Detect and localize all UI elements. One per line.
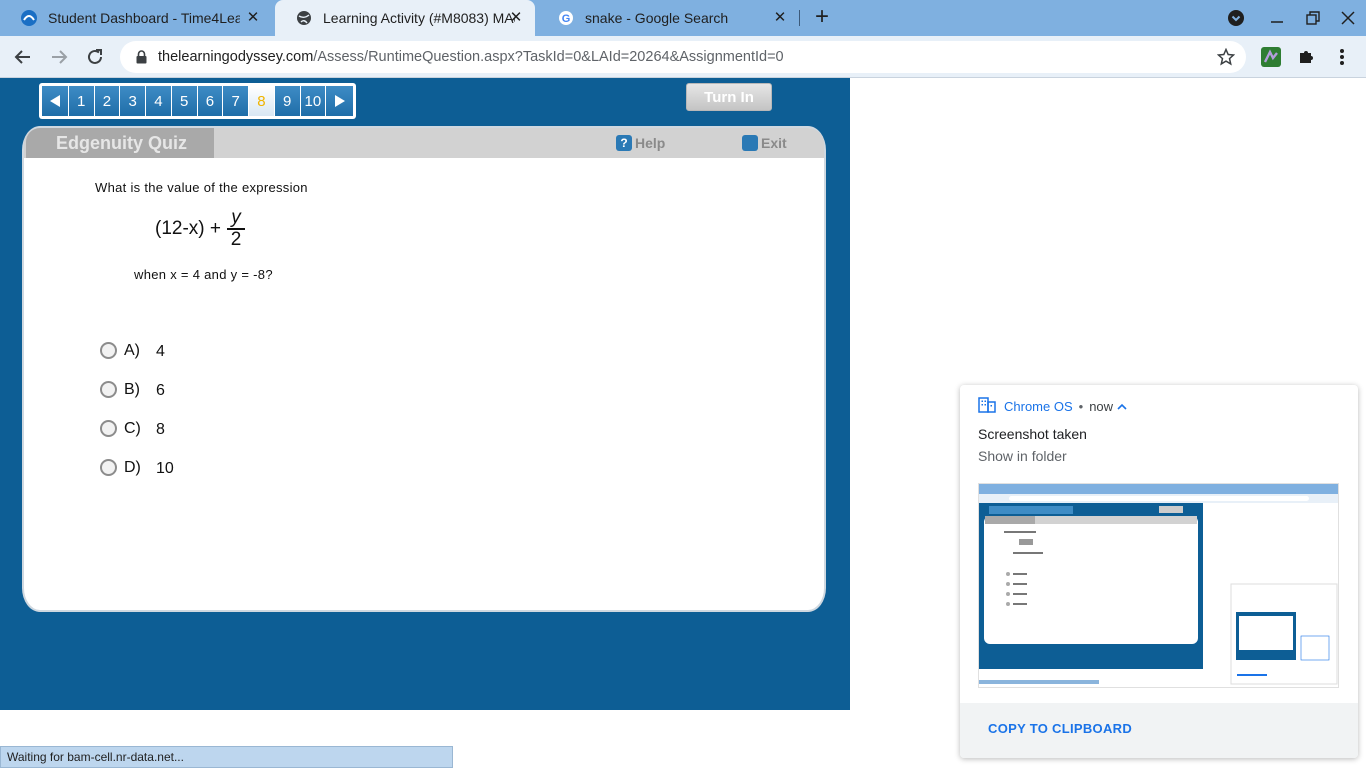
choice-value: 6 bbox=[156, 382, 165, 399]
radio-button-c[interactable] bbox=[100, 420, 117, 437]
fraction-numerator: y bbox=[231, 207, 241, 228]
notification-actions: COPY TO CLIPBOARD bbox=[960, 703, 1358, 758]
help-button[interactable]: ? Help bbox=[616, 134, 665, 152]
choice-value: 10 bbox=[156, 460, 174, 477]
fraction: y 2 bbox=[227, 208, 245, 250]
math-expression: (12-x) + y 2 bbox=[155, 208, 245, 250]
status-bar: Waiting for bam-cell.nr-data.net... bbox=[0, 746, 453, 768]
answer-choice-b[interactable]: B) 6 bbox=[100, 379, 165, 400]
close-tab-icon[interactable]: ✕ bbox=[771, 9, 789, 27]
turn-in-button[interactable]: Turn In bbox=[686, 83, 772, 111]
exit-button[interactable]: Exit bbox=[742, 134, 787, 152]
expression-left: (12-x) + bbox=[155, 218, 221, 239]
new-tab-button[interactable]: + bbox=[810, 5, 834, 30]
answer-choice-d[interactable]: D) 10 bbox=[100, 457, 174, 478]
help-question-icon: ? bbox=[616, 135, 632, 151]
exit-label: Exit bbox=[761, 135, 787, 151]
tab-student-dashboard[interactable]: Student Dashboard - Time4Learn ✕ bbox=[0, 0, 272, 36]
screenshot-notification[interactable]: Chrome OS • now Screenshot taken Show in… bbox=[960, 385, 1358, 758]
extension-icon[interactable] bbox=[1259, 45, 1283, 69]
question-3-button[interactable]: 3 bbox=[120, 86, 146, 116]
question-2-button[interactable]: 2 bbox=[94, 86, 121, 116]
svg-text:G: G bbox=[562, 13, 571, 25]
question-1-button[interactable]: 1 bbox=[68, 86, 95, 116]
choice-letter: B) bbox=[124, 380, 140, 398]
notification-time: now bbox=[1089, 399, 1114, 414]
next-question-arrow-icon[interactable] bbox=[326, 86, 353, 116]
quiz-title: Edgenuity Quiz bbox=[26, 128, 214, 158]
fraction-denominator: 2 bbox=[230, 229, 242, 250]
condition-text: when x = 4 and y = -8? bbox=[134, 267, 273, 282]
building-icon bbox=[978, 397, 996, 416]
bookmark-star-icon[interactable] bbox=[1216, 47, 1236, 67]
copy-to-clipboard-button[interactable]: COPY TO CLIPBOARD bbox=[988, 721, 1132, 736]
question-5-button[interactable]: 5 bbox=[171, 86, 198, 116]
chevron-up-icon[interactable] bbox=[1117, 399, 1127, 414]
time4learning-icon bbox=[20, 9, 38, 27]
tab-title: Student Dashboard - Time4Learn bbox=[48, 10, 240, 26]
choice-letter: D) bbox=[124, 458, 141, 476]
question-9-button[interactable]: 9 bbox=[274, 86, 301, 116]
screenshot-thumbnail[interactable] bbox=[978, 483, 1339, 688]
tab-separator bbox=[799, 10, 800, 26]
notification-title: Screenshot taken bbox=[978, 426, 1087, 442]
question-navigator-bar: 1 2 3 4 5 6 7 8 9 10 bbox=[42, 86, 353, 116]
question-navigator: 1 2 3 4 5 6 7 8 9 10 bbox=[39, 83, 356, 119]
back-arrow-icon[interactable] bbox=[10, 44, 36, 70]
choice-value: 8 bbox=[156, 421, 165, 438]
question-6-button[interactable]: 6 bbox=[197, 86, 224, 116]
menu-kebab-icon[interactable] bbox=[1330, 45, 1354, 69]
question-8-button-current[interactable]: 8 bbox=[249, 86, 275, 116]
radio-button-d[interactable] bbox=[100, 459, 117, 476]
tab-search-icon[interactable] bbox=[1224, 6, 1248, 30]
question-text: What is the value of the expression bbox=[95, 180, 308, 195]
close-tab-icon[interactable]: ✕ bbox=[507, 9, 525, 27]
tab-title: snake - Google Search bbox=[585, 10, 729, 26]
lock-icon[interactable] bbox=[134, 50, 148, 64]
question-7-button[interactable]: 7 bbox=[223, 86, 249, 116]
quiz-header: Edgenuity Quiz ? Help Exit bbox=[24, 128, 824, 158]
minimize-icon[interactable] bbox=[1265, 6, 1289, 30]
globe-icon bbox=[295, 9, 313, 27]
url-text: thelearningodyssey.com/Assess/RuntimeQue… bbox=[158, 49, 784, 65]
question-10-button[interactable]: 10 bbox=[300, 86, 327, 116]
url-host: thelearningodyssey.com bbox=[158, 49, 314, 65]
restore-icon[interactable] bbox=[1301, 6, 1325, 30]
quiz-card: Edgenuity Quiz ? Help Exit What is the v… bbox=[22, 126, 826, 612]
puzzle-extensions-icon[interactable] bbox=[1294, 45, 1318, 69]
help-label: Help bbox=[635, 135, 666, 151]
url-path: /Assess/RuntimeQuestion.aspx?TaskId=0&LA… bbox=[313, 49, 784, 65]
choice-value: 4 bbox=[156, 343, 165, 360]
tab-google-search[interactable]: G snake - Google Search ✕ bbox=[537, 0, 799, 36]
notification-header: Chrome OS • now bbox=[978, 397, 1127, 416]
reload-icon[interactable] bbox=[82, 44, 108, 70]
quiz-player: 1 2 3 4 5 6 7 8 9 10 Turn In Edgenuity Q… bbox=[0, 78, 850, 710]
notification-app-name: Chrome OS bbox=[1004, 399, 1073, 414]
show-in-folder-link[interactable]: Show in folder bbox=[978, 448, 1067, 464]
radio-button-b[interactable] bbox=[100, 381, 117, 398]
tab-learning-activity[interactable]: Learning Activity (#M8083) MA8 ✕ bbox=[275, 0, 535, 36]
radio-button-a[interactable] bbox=[100, 342, 117, 359]
close-window-icon[interactable] bbox=[1336, 6, 1360, 30]
question-4-button[interactable]: 4 bbox=[146, 86, 172, 116]
answer-choice-a[interactable]: A) 4 bbox=[100, 340, 165, 361]
forward-arrow-icon[interactable] bbox=[46, 44, 72, 70]
choice-letter: A) bbox=[124, 341, 140, 359]
answer-choice-c[interactable]: C) 8 bbox=[100, 418, 165, 439]
tab-strip: Student Dashboard - Time4Learn ✕ Learnin… bbox=[0, 0, 1366, 36]
exit-square-icon bbox=[742, 135, 758, 151]
screenshot-thumbnail-image bbox=[979, 484, 1338, 685]
previous-question-arrow-icon[interactable] bbox=[42, 86, 69, 116]
notification-separator: • bbox=[1078, 399, 1084, 414]
close-tab-icon[interactable]: ✕ bbox=[244, 9, 262, 27]
browser-toolbar: thelearningodyssey.com/Assess/RuntimeQue… bbox=[0, 36, 1366, 78]
choice-letter: C) bbox=[124, 419, 141, 437]
address-bar[interactable]: thelearningodyssey.com/Assess/RuntimeQue… bbox=[120, 41, 1246, 73]
google-icon: G bbox=[557, 9, 575, 27]
tab-title: Learning Activity (#M8083) MA8 bbox=[323, 10, 515, 26]
